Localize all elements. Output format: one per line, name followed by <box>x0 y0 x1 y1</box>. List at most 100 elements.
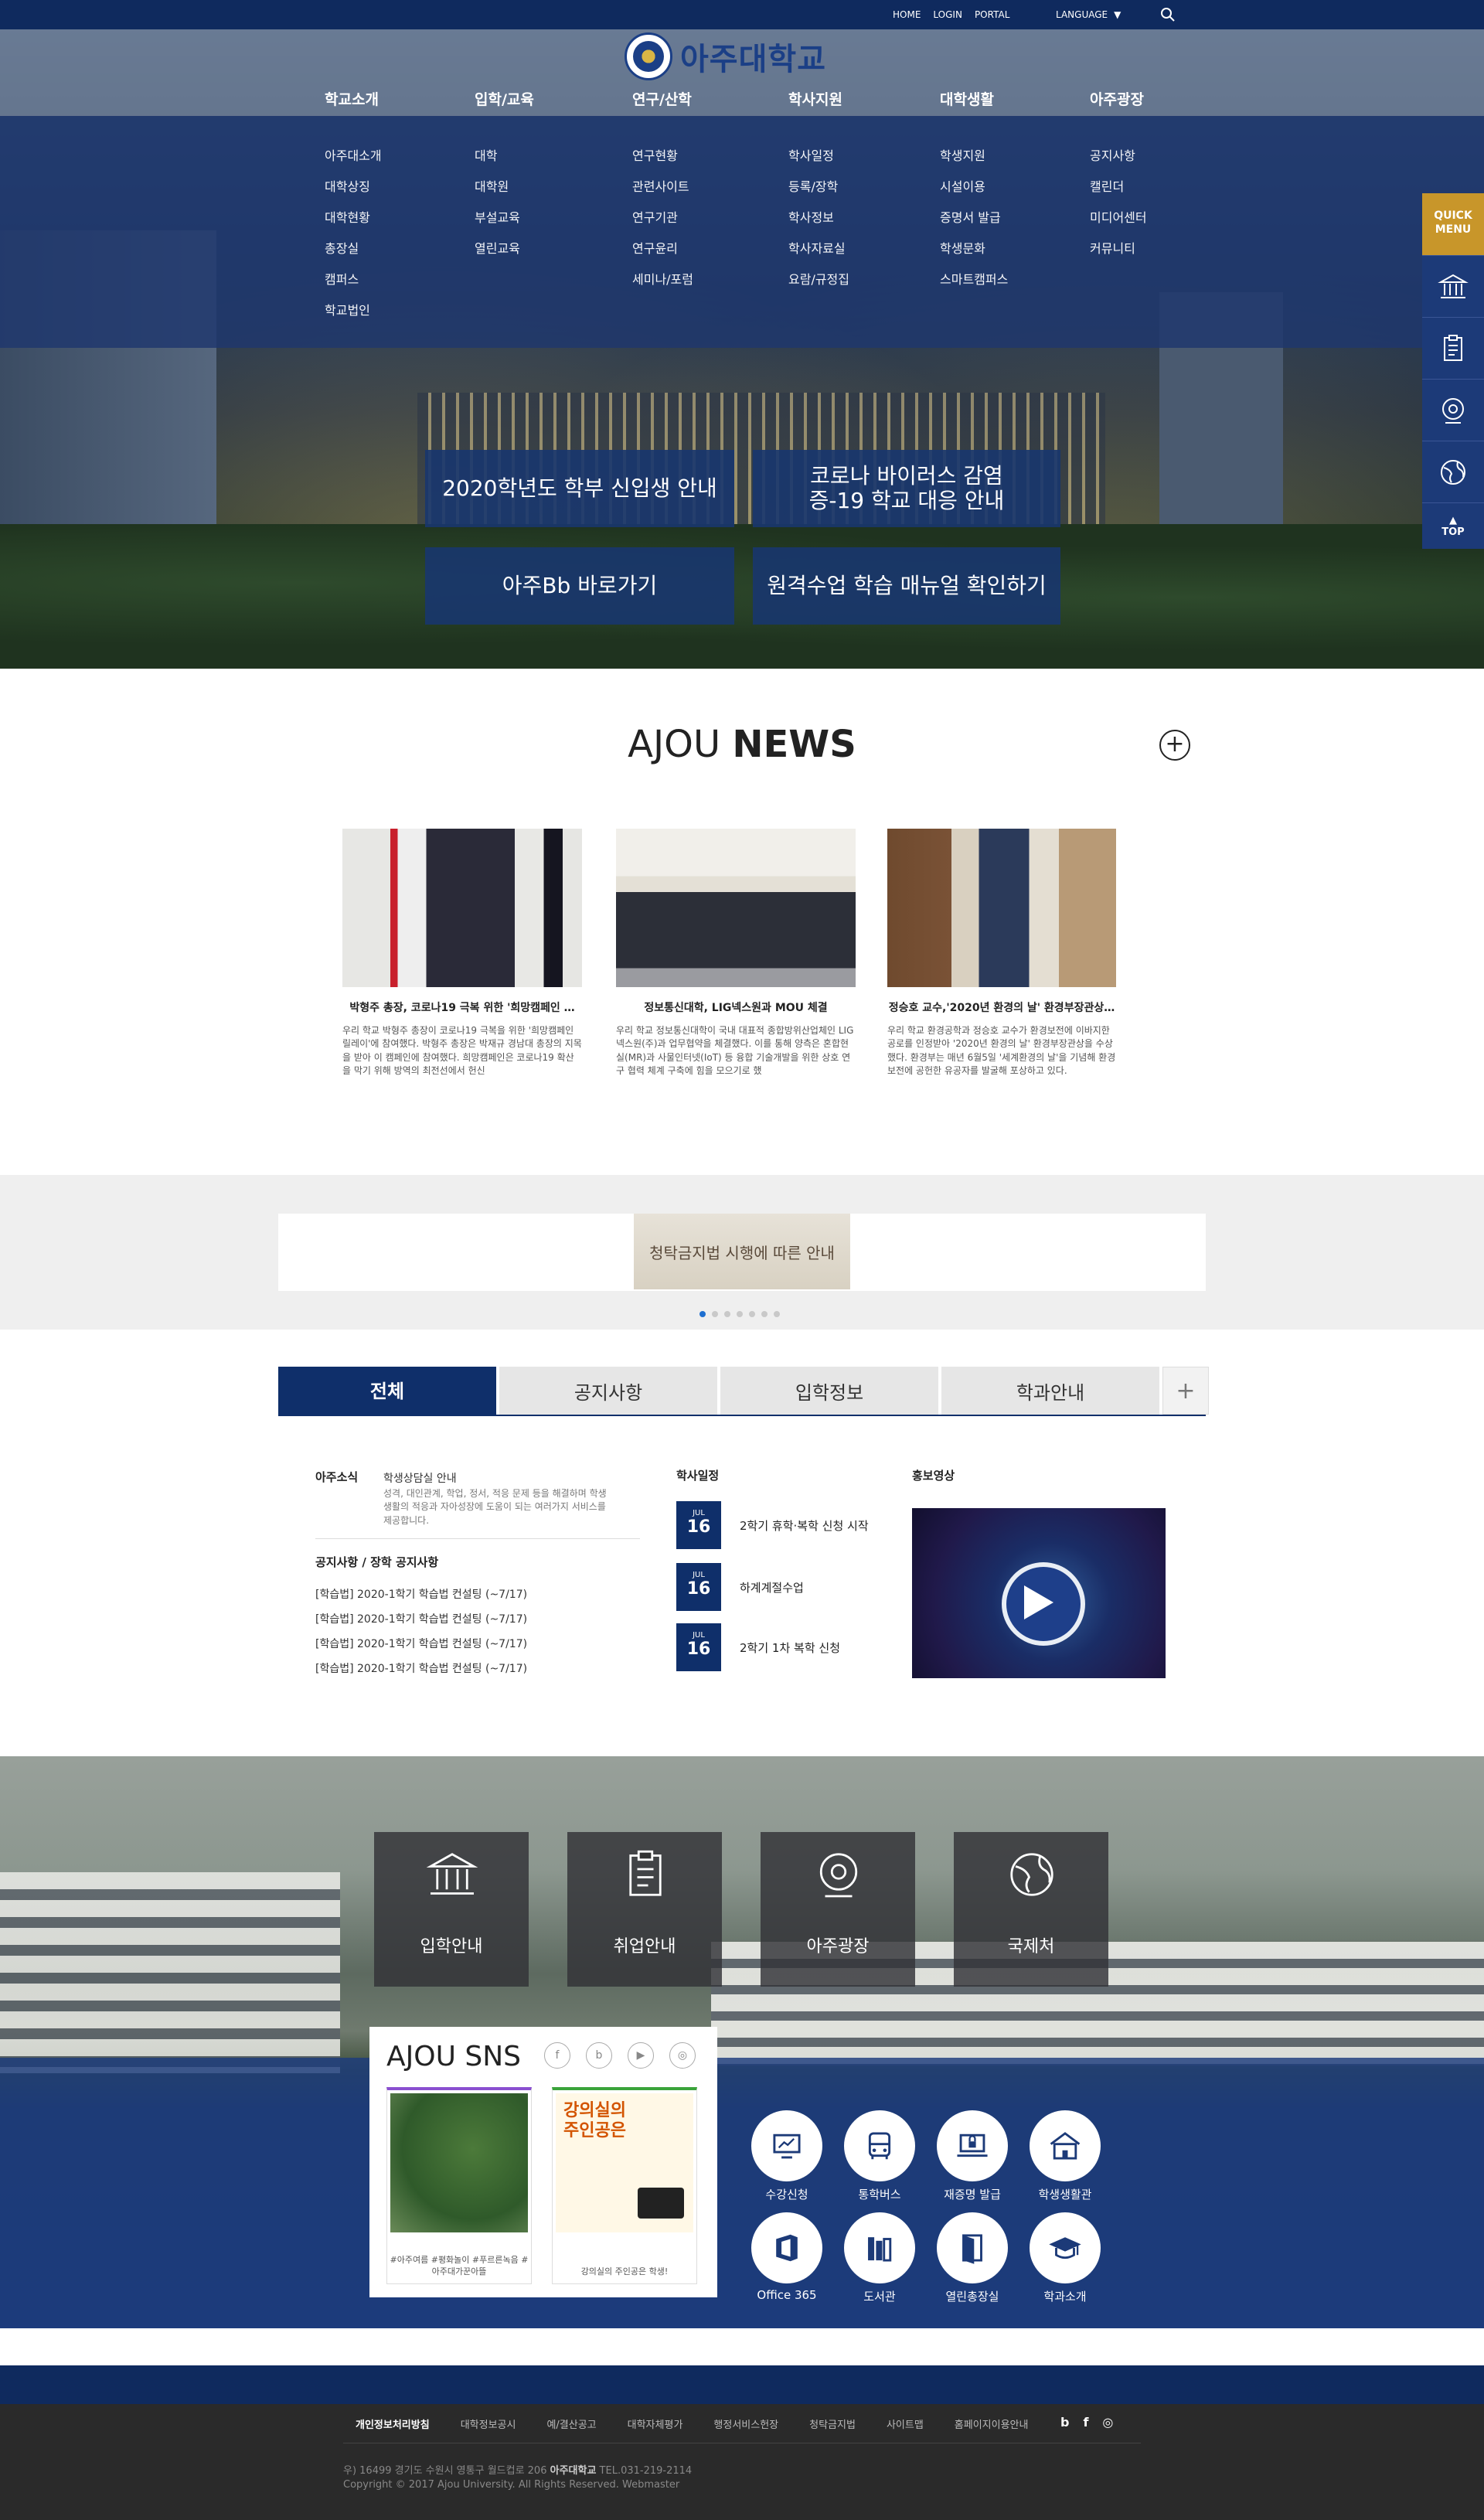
news-title[interactable]: 정보통신대학, LIG넥스원과 MOU 체결 <box>616 999 856 1015</box>
admission-tile[interactable]: 입학안내 <box>374 1832 529 1987</box>
facebook-icon[interactable]: f <box>1083 2415 1088 2430</box>
gnb-item[interactable]: 요람/규정집 <box>788 269 912 300</box>
banner-dot[interactable] <box>749 1311 755 1317</box>
gnb-item[interactable]: 스마트캠퍼스 <box>940 269 1064 300</box>
notice-item[interactable]: [학습법] 2020-1학기 학습법 컨설팅 (~7/17) <box>315 1611 527 1626</box>
banner-item[interactable]: 청탁금지법 시행에 따른 안내 <box>634 1214 850 1289</box>
banner-dot[interactable] <box>737 1311 743 1317</box>
login-link[interactable]: LOGIN <box>933 9 962 20</box>
square-tile[interactable]: 아주광장 <box>761 1832 915 1987</box>
gnb-item[interactable]: 커뮤니티 <box>1090 238 1213 269</box>
course-registration-button[interactable] <box>751 2110 822 2181</box>
sns-post[interactable]: #아주여름 #평화놀이 #푸르른녹음 #아주대가꾼아뜰 <box>386 2087 532 2284</box>
gnb-item[interactable]: 부설교육 <box>475 207 598 238</box>
gnb-item[interactable]: 관련사이트 <box>632 176 756 207</box>
facebook-icon[interactable]: f <box>544 2042 570 2069</box>
certificate-button[interactable] <box>937 2110 1008 2181</box>
gnb-item[interactable]: 등록/장학 <box>788 176 912 207</box>
footer-link[interactable]: 개인정보처리방침 <box>356 2416 430 2431</box>
footer-link[interactable]: 예/결산공고 <box>546 2416 596 2431</box>
tab-admission[interactable]: 입학정보 <box>720 1367 938 1415</box>
shuttle-bus-button[interactable] <box>844 2110 915 2181</box>
office365-button[interactable] <box>751 2212 822 2283</box>
schedule-item[interactable]: JUL 16 2학기 휴학·복학 신청 시작 <box>676 1501 869 1549</box>
banner-dot[interactable] <box>724 1311 730 1317</box>
site-logo[interactable]: 아주대학교 <box>625 32 826 80</box>
gnb-head[interactable]: 대학생활 <box>940 88 1064 116</box>
home-link[interactable]: HOME <box>893 9 921 20</box>
tab-more-button[interactable]: + <box>1162 1367 1209 1415</box>
tab-departments[interactable]: 학과안내 <box>941 1367 1159 1415</box>
news-title[interactable]: 박형주 총장, 코로나19 극복 위한 '희망캠페인 … <box>342 999 582 1015</box>
notice-item[interactable]: [학습법] 2020-1학기 학습법 컨설팅 (~7/17) <box>315 1636 527 1651</box>
gnb-item[interactable]: 연구윤리 <box>632 238 756 269</box>
footer-link[interactable]: 사이트맵 <box>887 2416 924 2431</box>
youtube-icon[interactable]: ▶ <box>628 2042 654 2069</box>
gnb-item[interactable]: 세미나/포럼 <box>632 269 756 300</box>
search-icon[interactable] <box>1159 6 1176 23</box>
gnb-item[interactable]: 대학현황 <box>325 207 448 238</box>
dormitory-button[interactable] <box>1030 2110 1101 2181</box>
gnb-item[interactable]: 대학 <box>475 145 598 176</box>
gnb-item[interactable]: 학사자료실 <box>788 238 912 269</box>
banner-dot[interactable] <box>761 1311 768 1317</box>
instagram-icon[interactable]: ◎ <box>1102 2415 1113 2430</box>
back-to-top-button[interactable]: ▲ TOP <box>1422 502 1484 549</box>
ajou-news-title[interactable]: 학생상담실 안내 <box>383 1470 457 1486</box>
news-card[interactable]: 정승호 교수,'2020년 환경의 날' 환경부장관상… 우리 학교 환경공학과… <box>887 829 1116 1078</box>
gnb-item[interactable]: 학생지원 <box>940 145 1064 176</box>
gnb-item[interactable]: 연구기관 <box>632 207 756 238</box>
gnb-item[interactable]: 학생문화 <box>940 238 1064 269</box>
covid-guide-button[interactable]: 코로나 바이러스 감염증-19 학교 대응 안내 <box>753 450 1060 527</box>
tab-notices[interactable]: 공지사항 <box>499 1367 717 1415</box>
gnb-item[interactable]: 아주대소개 <box>325 145 448 176</box>
schedule-item[interactable]: JUL 16 하계계절수업 <box>676 1563 804 1611</box>
promo-video[interactable] <box>912 1508 1166 1678</box>
gnb-item[interactable]: 대학상징 <box>325 176 448 207</box>
gnb-item[interactable]: 미디어센터 <box>1090 207 1213 238</box>
sns-post[interactable]: 강의실의 주인공은 강의실의 주인공은 학생! <box>552 2087 697 2284</box>
footer-link[interactable]: 대학자체평가 <box>628 2416 683 2431</box>
news-card[interactable]: 정보통신대학, LIG넥스원과 MOU 체결 우리 학교 정보통신대학이 국내 … <box>616 829 856 1078</box>
gnb-item[interactable]: 캘린더 <box>1090 176 1213 207</box>
gnb-item[interactable]: 학교법인 <box>325 300 448 331</box>
department-intro-button[interactable] <box>1030 2212 1101 2283</box>
footer-link[interactable]: 대학정보공시 <box>461 2416 516 2431</box>
instagram-icon[interactable]: ◎ <box>669 2042 696 2069</box>
gnb-head[interactable]: 아주광장 <box>1090 88 1213 116</box>
footer-link[interactable]: 청탁금지법 <box>809 2416 856 2431</box>
portal-link[interactable]: PORTAL <box>975 9 1009 20</box>
gnb-head[interactable]: 입학/교육 <box>475 88 598 116</box>
notice-item[interactable]: [학습법] 2020-1학기 학습법 컨설팅 (~7/17) <box>315 1660 527 1676</box>
gnb-item[interactable]: 열린교육 <box>475 238 598 269</box>
tab-all[interactable]: 전체 <box>278 1367 496 1415</box>
schedule-item[interactable]: JUL 16 2학기 1차 복학 신청 <box>676 1623 840 1671</box>
gnb-item[interactable]: 학사일정 <box>788 145 912 176</box>
news-title[interactable]: 정승호 교수,'2020년 환경의 날' 환경부장관상… <box>887 999 1116 1015</box>
international-tile[interactable]: 국제처 <box>954 1832 1108 1987</box>
gnb-item[interactable]: 총장실 <box>325 238 448 269</box>
freshman-guide-button[interactable]: 2020학년도 학부 신입생 안내 <box>425 450 734 527</box>
footer-link[interactable]: 홈페이지이용안내 <box>955 2416 1029 2431</box>
notice-title[interactable]: 공지사항 / 장학 공지사항 <box>315 1554 438 1570</box>
blog-icon[interactable]: b <box>586 2042 612 2069</box>
news-card[interactable]: 박형주 총장, 코로나19 극복 위한 '희망캠페인 … 우리 학교 박형주 총… <box>342 829 582 1078</box>
gnb-item[interactable]: 대학원 <box>475 176 598 207</box>
footer-link[interactable]: 행정서비스헌장 <box>713 2416 778 2431</box>
quick-square[interactable] <box>1422 379 1484 441</box>
quick-international[interactable] <box>1422 441 1484 502</box>
open-president-office-button[interactable] <box>937 2212 1008 2283</box>
quick-admission[interactable] <box>1422 255 1484 317</box>
quick-employment[interactable] <box>1422 317 1484 379</box>
gnb-head[interactable]: 학교소개 <box>325 88 448 116</box>
gnb-item[interactable]: 캠퍼스 <box>325 269 448 300</box>
news-more-button[interactable]: + <box>1159 730 1190 761</box>
gnb-item[interactable]: 증명서 발급 <box>940 207 1064 238</box>
notice-item[interactable]: [학습법] 2020-1학기 학습법 컨설팅 (~7/17) <box>315 1586 527 1602</box>
gnb-item[interactable]: 학사정보 <box>788 207 912 238</box>
gnb-head[interactable]: 학사지원 <box>788 88 912 116</box>
banner-dot[interactable] <box>699 1311 706 1317</box>
ajou-bb-button[interactable]: 아주Bb 바로가기 <box>425 547 734 625</box>
employment-tile[interactable]: 취업안내 <box>567 1832 722 1987</box>
blog-icon[interactable]: b <box>1060 2415 1069 2430</box>
